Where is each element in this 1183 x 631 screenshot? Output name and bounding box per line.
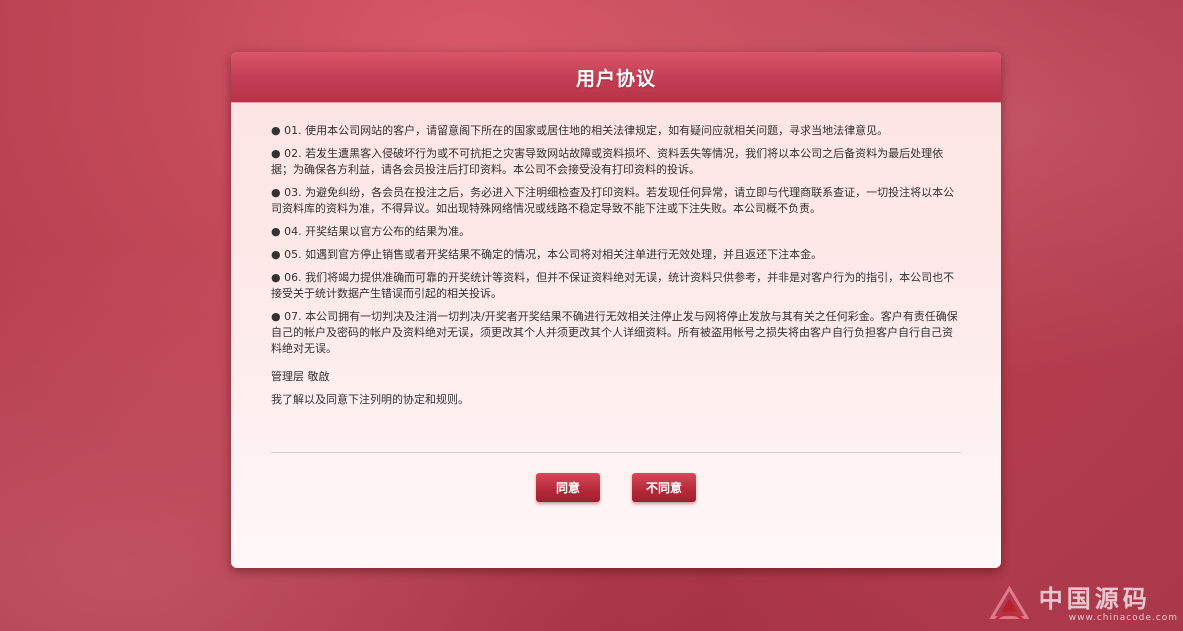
management-signature: 管理层 敬啟	[271, 370, 330, 383]
user-agreement-dialog: 用户协议 ● 01. 使用本公司网站的客户，请留意阁下所在的国家或居住地的相关法…	[231, 52, 1001, 568]
watermark-url: www.chinacode.com	[1068, 613, 1178, 623]
watermark-text: 中国源码 www.chinacode.com	[1038, 584, 1178, 624]
agreement-clause-03: ● 03. 为避免纠纷，各会员在投注之后，务必进入下注明细检查及打印资料。若发现…	[271, 186, 955, 215]
agreement-clause-02: ● 02. 若发生遭黑客入侵破坏行为或不可抗拒之灾害导致网站故障或资料损坏、资料…	[271, 147, 944, 176]
disagree-button[interactable]: 不同意	[632, 473, 696, 502]
consent-statement: 我了解以及同意下注列明的协定和规则。	[271, 393, 469, 406]
agree-button[interactable]: 同意	[536, 473, 600, 502]
dialog-header: 用户协议	[231, 52, 1001, 103]
divider	[271, 452, 961, 453]
agreement-clause-07: ● 07. 本公司拥有一切判决及注消一切判决/开奖者开奖结果不确进行无效相关注停…	[271, 310, 958, 355]
dialog-actions: 同意 不同意	[231, 473, 1001, 502]
triangle-logo-icon	[989, 585, 1030, 621]
agreement-clause-01: ● 01. 使用本公司网站的客户，请留意阁下所在的国家或居住地的相关法律规定，如…	[271, 124, 889, 137]
agreement-clause-06: ● 06. 我们将竭力提供准确而可靠的开奖统计等资料，但并不保证资料绝对无误，统…	[271, 271, 955, 300]
watermark: 中国源码 www.chinacode.com	[988, 580, 1178, 628]
agreement-clause-05: ● 05. 如遇到官方停止销售或者开奖结果不确定的情况，本公司将对相关注单进行无…	[271, 248, 823, 261]
agreement-content: ● 01. 使用本公司网站的客户，请留意阁下所在的国家或居住地的相关法律规定，如…	[231, 103, 1001, 408]
watermark-brand: 中国源码	[1038, 584, 1151, 613]
dialog-title: 用户协议	[575, 67, 656, 90]
agreement-clause-04: ● 04. 开奖结果以官方公布的结果为准。	[271, 225, 471, 238]
